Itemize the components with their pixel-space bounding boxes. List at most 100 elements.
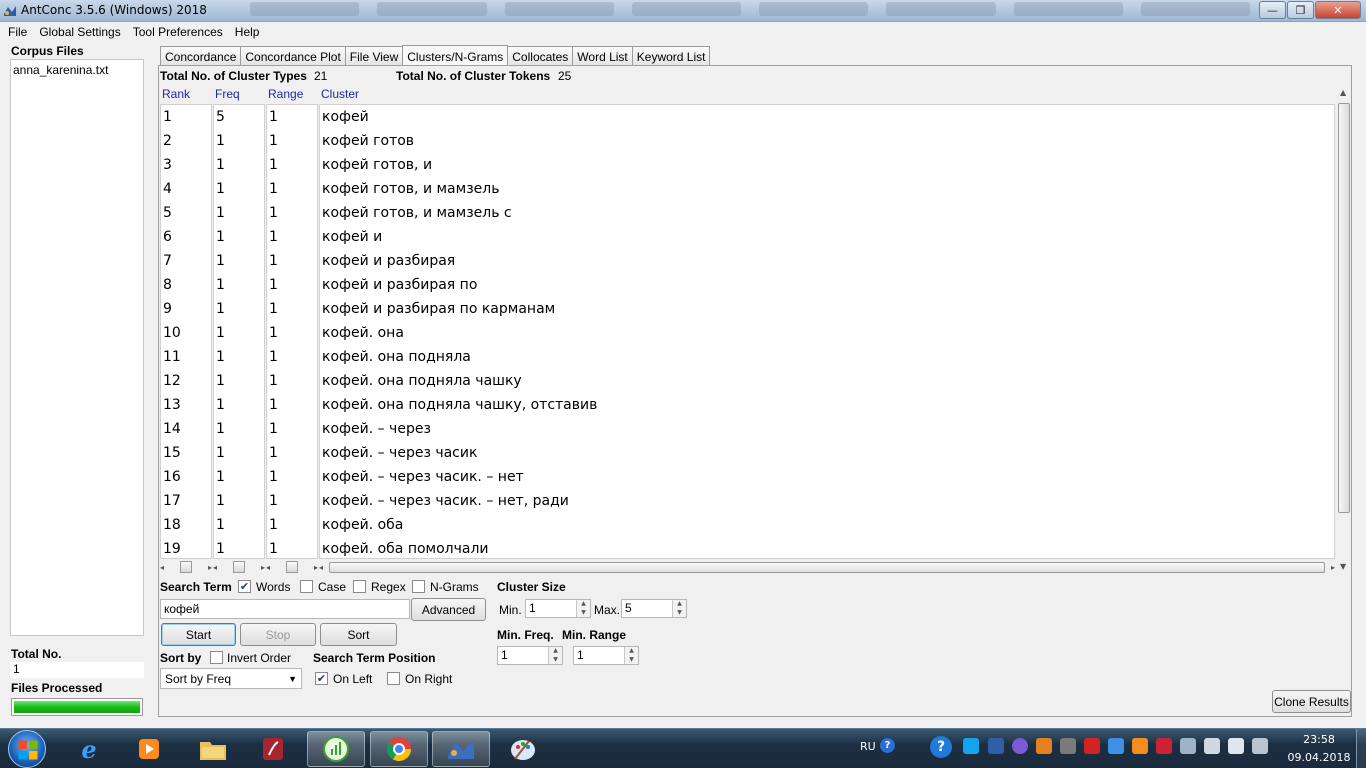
explorer-icon[interactable] — [184, 731, 242, 767]
stop-button[interactable]: Stop — [240, 623, 316, 646]
menu-help[interactable]: Help — [229, 25, 266, 39]
min-freq-value[interactable]: 1 — [498, 647, 548, 664]
spin-down-icon[interactable]: ▼ — [577, 608, 590, 617]
case-checkbox[interactable] — [300, 580, 313, 593]
corpus-file-item[interactable]: anna_karenina.txt — [11, 60, 143, 80]
rank-cell[interactable]: 18 — [161, 513, 211, 537]
tab-concordance-plot[interactable]: Concordance Plot — [240, 46, 346, 66]
cluster-cell[interactable]: кофей. она подняла — [320, 345, 1334, 369]
range-cell[interactable]: 1 — [267, 393, 317, 417]
menu-tool-preferences[interactable]: Tool Preferences — [127, 25, 229, 39]
freq-cell[interactable]: 1 — [214, 537, 264, 558]
min-range-value[interactable]: 1 — [574, 647, 624, 664]
scroll-thumb[interactable] — [233, 561, 245, 573]
cluster-cell[interactable]: кофей готов, и — [320, 153, 1334, 177]
range-cell[interactable]: 1 — [267, 537, 317, 558]
cluster-cell[interactable]: кофей. – через часик. – нет — [320, 465, 1334, 489]
scroll-thumb[interactable] — [286, 561, 298, 573]
cluster-cell[interactable]: кофей готов — [320, 129, 1334, 153]
range-hscrollbar[interactable]: ◂ ▸ — [266, 560, 318, 574]
cluster-cell[interactable]: кофей. – через часик. – нет, ради — [320, 489, 1334, 513]
cluster-cell[interactable]: кофей готов, и мамзель с — [320, 201, 1334, 225]
range-cell[interactable]: 1 — [267, 225, 317, 249]
cluster-cell[interactable]: кофей и — [320, 225, 1334, 249]
spin-up-icon[interactable]: ▲ — [577, 600, 590, 609]
rank-cell[interactable]: 6 — [161, 225, 211, 249]
freq-cell[interactable]: 1 — [214, 441, 264, 465]
rank-cell[interactable]: 11 — [161, 345, 211, 369]
min-size-value[interactable]: 1 — [526, 600, 576, 617]
power-icon[interactable] — [1252, 738, 1268, 754]
words-checkbox[interactable]: ✔ — [238, 580, 251, 593]
spin-up-icon[interactable]: ▲ — [673, 600, 686, 609]
rank-cell[interactable]: 5 — [161, 201, 211, 225]
freq-cell[interactable]: 1 — [214, 369, 264, 393]
scroll-left-icon[interactable]: ◂ — [160, 563, 164, 572]
rank-cell[interactable]: 12 — [161, 369, 211, 393]
paint-icon[interactable] — [494, 731, 552, 767]
freq-cell[interactable]: 1 — [214, 417, 264, 441]
range-cell[interactable]: 1 — [267, 105, 317, 129]
range-cell[interactable]: 1 — [267, 297, 317, 321]
freq-cell[interactable]: 1 — [214, 345, 264, 369]
rank-cell[interactable]: 8 — [161, 273, 211, 297]
freq-cell[interactable]: 1 — [214, 201, 264, 225]
freq-cell[interactable]: 1 — [214, 225, 264, 249]
usb-icon[interactable] — [1228, 738, 1244, 754]
column-header-range[interactable]: Range — [268, 87, 303, 101]
tab-file-view[interactable]: File View — [344, 46, 404, 66]
sort-button[interactable]: Sort — [320, 623, 397, 646]
cluster-cell[interactable]: кофей. она — [320, 321, 1334, 345]
rank-cell[interactable]: 15 — [161, 441, 211, 465]
range-cell[interactable]: 1 — [267, 369, 317, 393]
spin-up-icon[interactable]: ▲ — [549, 647, 562, 656]
acrobat-icon[interactable] — [1084, 738, 1100, 754]
scroll-thumb[interactable] — [180, 561, 192, 573]
flag-icon[interactable] — [1156, 738, 1172, 754]
cluster-cell[interactable]: кофей. она подняла чашку, отставив — [320, 393, 1334, 417]
range-cell[interactable]: 1 — [267, 465, 317, 489]
network-tool-icon[interactable] — [1060, 738, 1076, 754]
rank-cell[interactable]: 9 — [161, 297, 211, 321]
freq-cell[interactable]: 1 — [214, 465, 264, 489]
skype-icon[interactable] — [963, 738, 979, 754]
freq-hscrollbar[interactable]: ◂ ▸ — [213, 560, 265, 574]
cluster-cell[interactable]: кофей и разбирая — [320, 249, 1334, 273]
volume-icon[interactable] — [1180, 738, 1196, 754]
rank-cell[interactable]: 1 — [161, 105, 211, 129]
range-cell[interactable]: 1 — [267, 489, 317, 513]
rank-cell[interactable]: 16 — [161, 465, 211, 489]
range-cell[interactable]: 1 — [267, 321, 317, 345]
freq-cell[interactable]: 1 — [214, 249, 264, 273]
freq-cell[interactable]: 1 — [214, 321, 264, 345]
freq-cell[interactable]: 5 — [214, 105, 264, 129]
cluster-column[interactable]: кофей кофей готов кофей готов, и кофей гото… — [319, 104, 1335, 559]
language-indicator[interactable]: RU — [860, 740, 876, 753]
ok-icon[interactable] — [1132, 738, 1148, 754]
cluster-cell[interactable]: кофей. оба помолчали — [320, 537, 1334, 558]
range-cell[interactable]: 1 — [267, 201, 317, 225]
rank-cell[interactable]: 4 — [161, 177, 211, 201]
scroll-right-icon[interactable]: ▸ — [314, 563, 318, 572]
range-cell[interactable]: 1 — [267, 417, 317, 441]
rank-cell[interactable]: 19 — [161, 537, 211, 558]
rank-cell[interactable]: 3 — [161, 153, 211, 177]
cluster-cell[interactable]: кофей и разбирая по карманам — [320, 297, 1334, 321]
scroll-up-icon[interactable]: ▲ — [1340, 88, 1346, 97]
cluster-cell[interactable]: кофей. оба — [320, 513, 1334, 537]
rank-cell[interactable]: 7 — [161, 249, 211, 273]
reader-icon[interactable] — [244, 731, 302, 767]
column-header-cluster[interactable]: Cluster — [321, 87, 359, 101]
clock-time[interactable]: 23:58 — [1284, 733, 1354, 746]
cluster-cell[interactable]: кофей готов, и мамзель — [320, 177, 1334, 201]
max-size-spinner[interactable]: 5 ▲ ▼ — [621, 599, 687, 618]
sync-icon[interactable] — [1012, 738, 1028, 754]
rank-cell[interactable]: 13 — [161, 393, 211, 417]
range-cell[interactable]: 1 — [267, 513, 317, 537]
range-cell[interactable]: 1 — [267, 177, 317, 201]
tab-collocates[interactable]: Collocates — [507, 46, 574, 66]
cluster-cell[interactable]: кофей. – через часик — [320, 441, 1334, 465]
spin-up-icon[interactable]: ▲ — [625, 647, 638, 656]
updates-icon[interactable] — [1108, 738, 1124, 754]
show-desktop-button[interactable] — [1356, 729, 1366, 768]
